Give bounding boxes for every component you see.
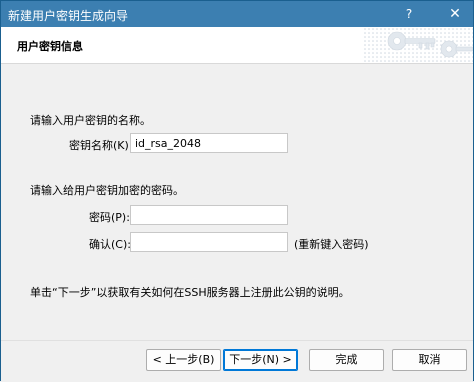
next-button[interactable]: 下一步(N) > bbox=[223, 349, 298, 371]
info-text: 单击“下一步”以获取有关如何在SSH服务器上注册此公钥的说明。 bbox=[30, 286, 350, 299]
close-icon: ✕ bbox=[449, 6, 461, 22]
reenter-hint: (重新键入密码) bbox=[294, 238, 369, 251]
wizard-header: 用户密钥信息 bbox=[1, 27, 473, 64]
wizard-footer: < 上一步(B) 下一步(N) > 完成 取消 bbox=[1, 340, 473, 382]
confirm-label: 确认(C): bbox=[89, 238, 131, 251]
key-name-field[interactable] bbox=[130, 133, 288, 153]
back-button[interactable]: < 上一步(B) bbox=[146, 349, 221, 371]
key-icon bbox=[363, 27, 473, 63]
page-title: 用户密钥信息 bbox=[17, 40, 83, 53]
wizard-window: 新建用户密钥生成向导 ? ✕ 用户密钥信息 请输入用户密钥的名称。 密钥名称(K… bbox=[0, 0, 474, 382]
passphrase-prompt: 请输入给用户密钥加密的密码。 bbox=[30, 184, 184, 197]
password-field[interactable] bbox=[130, 205, 288, 225]
key-name-label: 密钥名称(K): bbox=[69, 139, 133, 152]
wizard-content: 请输入用户密钥的名称。 密钥名称(K): 请输入给用户密钥加密的密码。 密码(P… bbox=[1, 64, 473, 340]
name-prompt: 请输入用户密钥的名称。 bbox=[30, 114, 151, 127]
title-bar[interactable]: 新建用户密钥生成向导 ? ✕ bbox=[1, 1, 473, 27]
finish-button[interactable]: 完成 bbox=[309, 349, 384, 371]
password-label: 密码(P): bbox=[89, 211, 130, 224]
help-button[interactable]: ? bbox=[391, 1, 427, 27]
question-icon: ? bbox=[405, 7, 413, 21]
cancel-button[interactable]: 取消 bbox=[392, 349, 467, 371]
window-title: 新建用户密钥生成向导 bbox=[8, 9, 129, 23]
confirm-password-field[interactable] bbox=[130, 232, 288, 252]
close-button[interactable]: ✕ bbox=[437, 1, 473, 27]
